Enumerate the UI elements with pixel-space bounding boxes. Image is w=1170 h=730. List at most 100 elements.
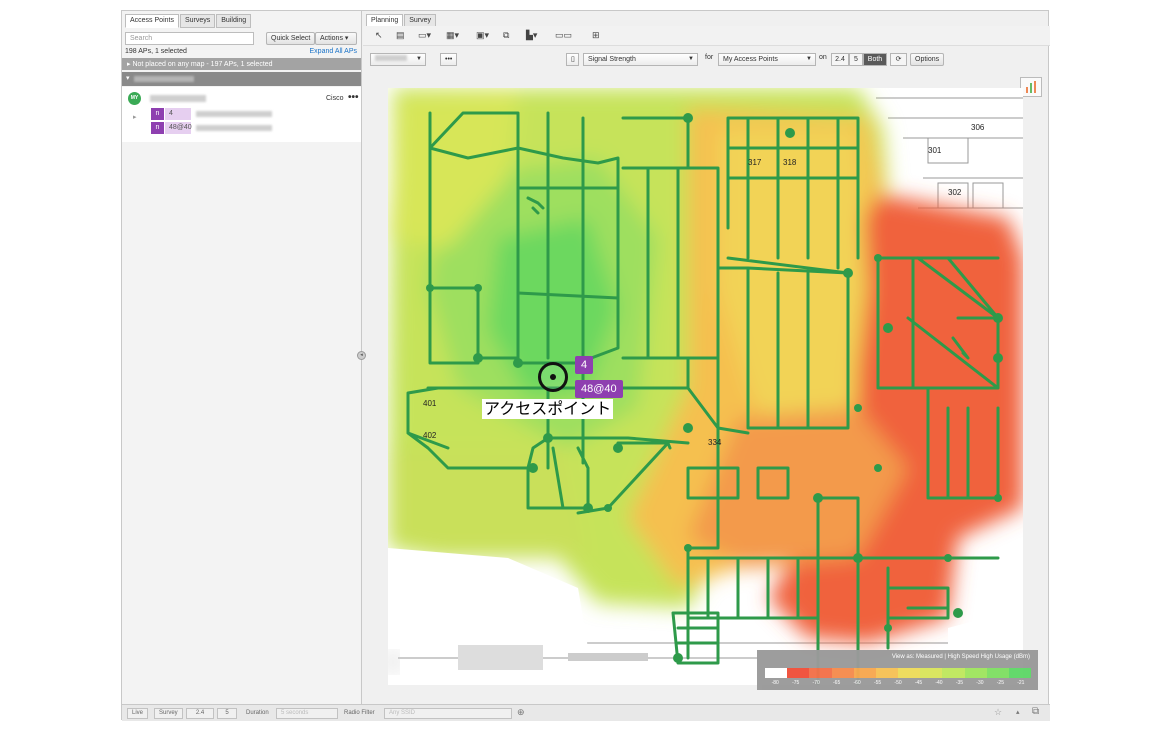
legend-swatch [964, 668, 987, 678]
layers-icon[interactable]: ⧉ [503, 30, 509, 41]
duration-select[interactable]: 5 seconds [276, 708, 338, 719]
legend-ticks: -80 -75 -70 -65 -60 -55 -50 -45 -40 -35 -30 -25 -21 [765, 680, 1031, 686]
left-tabs: Access Points Surveys Building [125, 14, 252, 28]
legend-tick: -60 [853, 680, 861, 686]
for-label: for [705, 54, 714, 61]
legend-swatch [898, 668, 921, 678]
expand-all-link[interactable]: Expand All APs [310, 48, 357, 55]
ruler-icon[interactable]: ▭▭ [555, 30, 572, 41]
external-link-icon[interactable]: ⧉ [1032, 706, 1039, 717]
tab-building[interactable]: Building [216, 14, 252, 28]
not-placed-label: Not placed on any map - 197 APs, 1 selec… [132, 61, 273, 68]
not-placed-group-header[interactable]: ▸ Not placed on any map - 197 APs, 1 sel… [122, 58, 361, 70]
expand-triangle-icon[interactable]: ▸ [133, 113, 137, 121]
grid-icon[interactable]: ▦▾ [446, 30, 459, 41]
room-label: 301 [928, 146, 942, 155]
live-button[interactable]: Live [127, 708, 149, 719]
legend-tick: -21 [1017, 680, 1025, 686]
radio-filter-label: Radio Filter [344, 710, 375, 716]
room-label: 334 [708, 438, 722, 447]
visualization-value: Signal Strength [588, 56, 636, 63]
legend-title: View as: Measured | High Speed High Usag… [891, 654, 1030, 660]
star-icon[interactable]: ☆ [994, 707, 1002, 718]
legend-color-bar [765, 668, 1032, 678]
pointer-icon[interactable]: ↖ [375, 30, 383, 41]
triangle-down-icon: ▾ [126, 75, 130, 82]
chart-tool-icon[interactable]: ▙▾ [526, 30, 537, 41]
duration-label: Duration [246, 710, 269, 716]
group-name-redacted [134, 76, 194, 82]
legend-swatch [809, 668, 832, 678]
zoom-icon[interactable]: ⊕ [517, 707, 525, 718]
band-24-button[interactable]: 2.4 [831, 53, 849, 66]
tab-access-points[interactable]: Access Points [125, 14, 179, 28]
legend-swatch [942, 668, 965, 678]
room-label: 302 [948, 188, 962, 197]
target-select[interactable]: My Access Points ▼ [718, 53, 816, 66]
search-input[interactable]: Search [125, 32, 254, 45]
legend-tick: -50 [894, 680, 902, 686]
calendar-icon[interactable]: ▣▾ [476, 30, 489, 41]
legend-swatch [1008, 668, 1032, 678]
room-label: 318 [783, 158, 797, 167]
legend-tick: -40 [935, 680, 943, 686]
survey-button[interactable]: Survey [154, 708, 183, 719]
radio-filter-select[interactable]: Any SSID [384, 708, 512, 719]
bar-chart-icon [1026, 81, 1036, 93]
ap-count: 198 APs, 1 selected [125, 48, 187, 55]
floor-select[interactable]: ▼ [370, 53, 426, 66]
legend-tick: -55 [873, 680, 882, 686]
more-button[interactable]: ••• [440, 53, 457, 66]
on-label: on [819, 54, 827, 61]
ap-label: アクセスポイント [482, 399, 614, 419]
ap-name-redacted [150, 95, 206, 102]
options-button[interactable]: Options [910, 53, 945, 66]
quick-select-button[interactable]: Quick Select [266, 32, 316, 45]
legend-tick: -75 [792, 680, 800, 686]
legend-tick: -80 [771, 680, 779, 686]
target-value: My Access Points [723, 56, 778, 63]
actions-button[interactable]: Actions ▾ [315, 32, 357, 45]
tab-surveys[interactable]: Surveys [179, 14, 216, 28]
chevron-down-icon: ▼ [806, 56, 812, 62]
chevron-up-icon[interactable]: ▴ [1016, 708, 1020, 716]
chevron-down-icon: ▾ [344, 35, 349, 42]
band-24-toggle[interactable]: 2.4 [186, 708, 214, 719]
legend-swatch [787, 668, 810, 678]
ap-list: MY Cisco ••• ▸ n 4 n 48@40 [122, 87, 361, 142]
visualization-select[interactable]: Signal Strength ▼ [583, 53, 698, 66]
legend-tick: -25 [996, 680, 1004, 686]
radio-channel: 4 [165, 108, 191, 120]
refresh-icon[interactable]: ⟳ [890, 53, 907, 66]
more-icon[interactable]: ••• [348, 92, 359, 103]
legend-swatch [875, 668, 899, 678]
keyboard-icon[interactable]: ▤ [396, 30, 405, 41]
legend-swatch [920, 668, 943, 678]
chart-toggle-button[interactable] [1020, 77, 1042, 97]
legend-tick: -65 [833, 680, 841, 686]
floor-name-redacted [375, 55, 407, 61]
phone-icon[interactable]: ▯ [566, 53, 579, 66]
ap-channel-5-badge: 48@40 [575, 380, 623, 398]
left-panel: Access Points Surveys Building Search Qu… [122, 11, 362, 704]
avatar: MY [128, 92, 141, 105]
chevron-down-icon: ▼ [416, 56, 422, 62]
room-label: 306 [971, 123, 985, 132]
chevron-down-icon: ▼ [688, 56, 694, 62]
radio-channel: 48@40 [165, 122, 192, 134]
group-header[interactable]: ▾ [122, 72, 361, 86]
actions-label: Actions [320, 35, 343, 42]
radio-name-redacted [196, 111, 272, 117]
ap-channel-24-badge: 4 [575, 356, 594, 374]
access-point-marker[interactable] [538, 362, 568, 392]
band-5-button[interactable]: 5 [849, 53, 863, 66]
band-5-toggle[interactable]: 5 [217, 708, 237, 719]
band-both-button[interactable]: Both [863, 53, 887, 66]
display-icon[interactable]: ▭▾ [418, 30, 431, 41]
legend-tick: -35 [955, 680, 964, 686]
radio-name-redacted [196, 125, 272, 131]
panel-collapse-icon[interactable]: ◂ [357, 351, 366, 360]
scale-icon[interactable]: ⊞ [592, 30, 600, 41]
radio-badge: n [151, 108, 164, 120]
floor-map[interactable]: 301 302 306 317 318 334 401 402 [388, 88, 1023, 685]
